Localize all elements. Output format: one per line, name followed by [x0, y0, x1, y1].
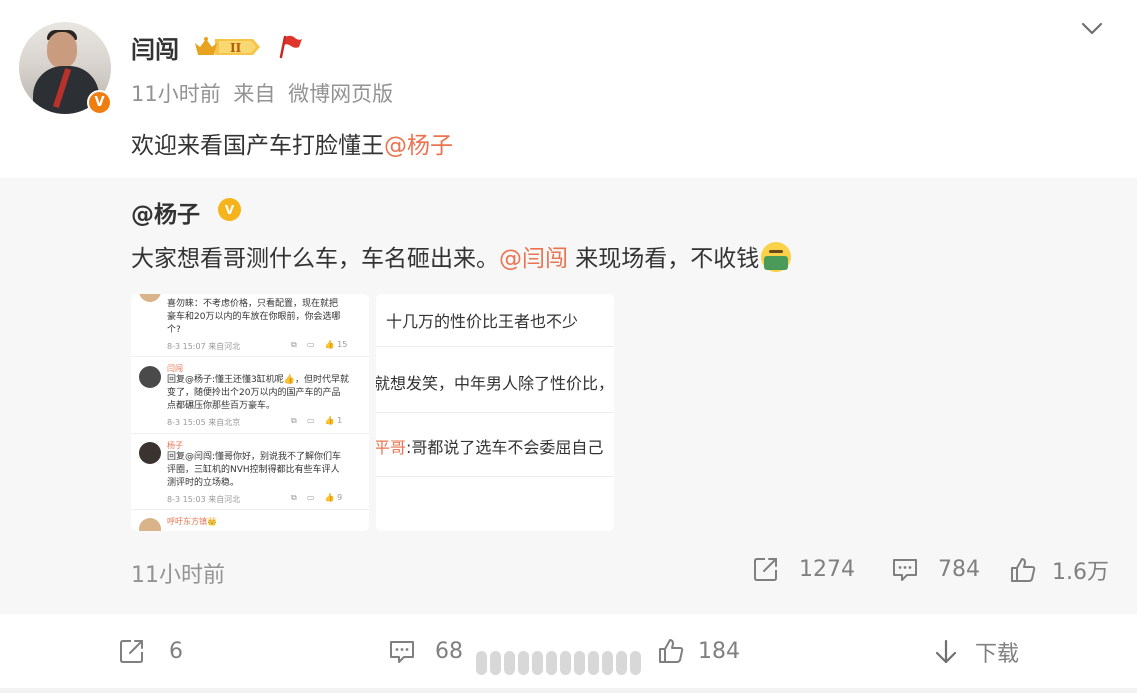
- comment-snippet: ，十几万的性价比王者也不少: [376, 312, 579, 331]
- comment-line: 豪车和20万以内的车放在你眼前，你会选哪: [167, 312, 341, 322]
- comment-like-count: 1: [337, 416, 343, 425]
- share-icon: [120, 640, 143, 663]
- comment-line: 回复@杨子:懂王还懂3缸机呢👍，但时代早就: [167, 375, 349, 385]
- repost-mention-link[interactable]: @闫闯: [499, 246, 568, 272]
- repost-like-button[interactable]: 1.6万: [1008, 554, 1109, 586]
- comment-avatar: [139, 442, 161, 464]
- download-label: 下载: [975, 642, 1020, 667]
- comment-line: 变了，随便拎出个20万以内的国产车的产品: [167, 388, 341, 398]
- repost-username[interactable]: @杨子: [131, 195, 200, 229]
- like-button[interactable]: 184: [656, 636, 740, 666]
- comment-divider: [131, 509, 369, 510]
- comment-line: 喜勿睐：不考虑价格，只看配置，现在就把: [167, 299, 339, 309]
- comment-username: 平哥: [376, 438, 407, 457]
- post-meta: 11小时前 来自 微博网页版: [131, 78, 399, 108]
- thumbs-up-icon: [659, 639, 684, 663]
- comment-divider: [376, 476, 614, 477]
- post-mention-link[interactable]: @杨子: [384, 133, 453, 159]
- repost-comment-button[interactable]: 784: [890, 554, 980, 584]
- comment-avatar: [139, 518, 161, 531]
- comment-username: 闫闯: [167, 364, 183, 373]
- comment-actions: ⧉ ▭ 👍 15: [291, 340, 348, 349]
- verified-badge-icon: V: [87, 90, 112, 115]
- download-arrow-icon: [935, 639, 957, 664]
- repost-text-after: 来现场看，不收钱: [568, 246, 760, 272]
- repost-time[interactable]: 11小时前: [131, 557, 225, 589]
- post-content-text: 欢迎来看国产车打脸懂王: [131, 133, 384, 159]
- comment-username: 呼吁东方镇👑: [167, 517, 217, 526]
- repost-share-count: 1274: [799, 556, 855, 582]
- comment-divider: [131, 356, 369, 357]
- comment-line: 点都碾压你那些百万豪车。: [167, 401, 276, 411]
- comment-button[interactable]: 68: [387, 636, 463, 666]
- comment-avatar: [139, 294, 161, 302]
- repost-card[interactable]: @杨子 V 大家想看哥测什么车，车名砸出来。@闫闯 来现场看，不收钱 喜勿睐：不…: [0, 178, 1137, 614]
- chevron-down-icon[interactable]: [1078, 14, 1106, 42]
- comment-like-count: 9: [337, 493, 343, 502]
- comment-line: 个?: [167, 325, 181, 335]
- comment-line: 回复@闫闯:懂哥你好，别说我不了解你们车: [167, 452, 342, 462]
- post-source-label: 来自: [233, 82, 276, 106]
- bottom-divider: [0, 688, 1137, 693]
- repost-verified-icon: V: [218, 198, 241, 221]
- repost-text: 大家想看哥测什么车，车名砸出来。@闫闯 来现场看，不收钱: [131, 239, 792, 273]
- like-count: 184: [698, 638, 740, 664]
- comment-like-count: 15: [337, 340, 348, 349]
- share-icon: [754, 558, 777, 581]
- avatar-face: [47, 32, 77, 68]
- comment-line: 测评时的立场稳。: [167, 478, 240, 488]
- post-time[interactable]: 11小时前: [131, 82, 221, 106]
- comment-divider: [131, 433, 369, 434]
- vip-crown-badge-icon[interactable]: II: [193, 35, 261, 59]
- comment-actions: ⧉ ▭ 👍 9: [291, 493, 343, 502]
- download-button[interactable]: 下载: [931, 636, 1019, 668]
- comment-snippet: 就想发笑，中年男人除了性价比，: [376, 374, 614, 393]
- comment-text: :哥都说了选车不会委屈自己: [406, 438, 604, 457]
- comment-actions: ⧉ ▭ 👍 1: [291, 416, 343, 425]
- repost-share-button[interactable]: 1274: [751, 554, 855, 584]
- comment-snippet: 平哥:哥都说了选车不会委屈自己: [376, 434, 603, 458]
- mask-face-emoji-icon: [761, 242, 792, 272]
- comment-time: 8-3 15:07 来自河北: [167, 342, 241, 351]
- loading-placeholder: [476, 646, 644, 679]
- comment-line: 评圈，三缸机的NVH控制得都比有些车评人: [167, 465, 340, 475]
- post-username[interactable]: 闫闯: [131, 30, 179, 65]
- post-source-client: 微博网页版: [288, 82, 394, 106]
- comment-time: 8-3 15:03 来自河北: [167, 495, 241, 504]
- repost-image-1[interactable]: 喜勿睐：不考虑价格，只看配置，现在就把 豪车和20万以内的车放在你眼前，你会选哪…: [131, 294, 369, 531]
- repost-image-2[interactable]: ，十几万的性价比王者也不少 就想发笑，中年男人除了性价比， 平哥:哥都说了选车不…: [376, 294, 614, 531]
- comment-username: 杨子: [167, 441, 183, 450]
- comment-time: 8-3 15:05 来自北京: [167, 418, 241, 427]
- comment-divider: [376, 412, 614, 413]
- share-button[interactable]: 6: [117, 636, 183, 666]
- comment-avatar: [139, 366, 161, 388]
- post-content: 欢迎来看国产车打脸懂王@杨子: [131, 126, 453, 160]
- comment-count: 68: [435, 638, 463, 664]
- repost-text-before: 大家想看哥测什么车，车名砸出来。: [131, 246, 499, 272]
- vip-badge-text: II: [230, 41, 242, 55]
- weibo-post: V 闫闯 II 11小时前 来自 微博网页版 欢迎来看国产车打脸懂王@杨子 @杨…: [0, 0, 1137, 693]
- share-count: 6: [169, 638, 183, 664]
- comment-icon: [390, 641, 414, 663]
- repost-like-count: 1.6万: [1052, 560, 1109, 585]
- repost-comment-count: 784: [938, 556, 980, 582]
- comment-icon: [893, 559, 917, 581]
- thumbs-up-icon: [1011, 558, 1036, 582]
- comment-divider: [376, 346, 614, 347]
- flag-medal-icon[interactable]: [279, 33, 303, 59]
